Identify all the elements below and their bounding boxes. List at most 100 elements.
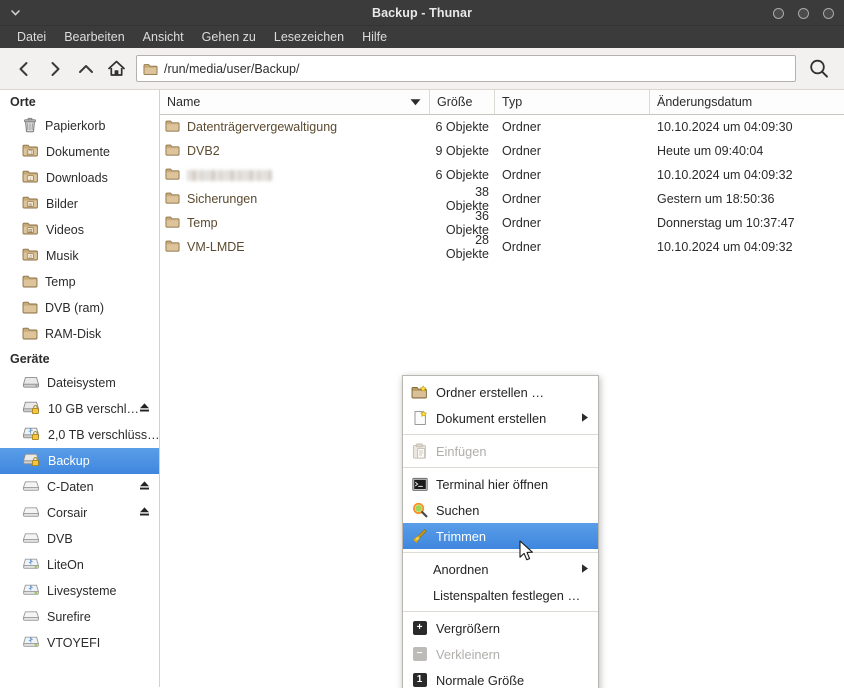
context-menu-item-terminal-hier-öffnen[interactable]: Terminal hier öffnen (403, 471, 598, 497)
file-modified-cell: 10.10.2024 um 04:09:32 (657, 168, 793, 182)
sidebar-item-c-daten[interactable]: C-Daten (0, 474, 159, 500)
context-menu-separator (403, 611, 598, 612)
menu-datei[interactable]: Datei (8, 28, 55, 46)
context-menu-item-suchen[interactable]: Suchen (403, 497, 598, 523)
sidebar-item-2-0-tb-verschl-ss[interactable]: 2,0 TB verschlüss… (0, 422, 159, 448)
menu-bearbeiten[interactable]: Bearbeiten (55, 28, 133, 46)
sidebar-item-liteon[interactable]: LiteOn (0, 552, 159, 578)
drive-icon (22, 531, 40, 547)
sidebar-item-dateisystem[interactable]: Dateisystem (0, 370, 159, 396)
home-button[interactable] (101, 53, 132, 85)
sort-descending-icon (410, 95, 421, 109)
sidebar-item-ram-disk[interactable]: RAM-Disk (0, 321, 159, 347)
chevron-down-icon (10, 10, 20, 16)
menu-lesezeichen[interactable]: Lesezeichen (265, 28, 353, 46)
context-menu-separator (403, 552, 598, 553)
column-header-type[interactable]: Typ (495, 90, 650, 114)
context-menu-item-dokument-erstellen[interactable]: Dokument erstellen (403, 405, 598, 431)
sidebar: Orte Papierkorb ❐ Dokumente ↓ Downloads ◎ Bild… (0, 90, 160, 687)
zoom-out-icon: − (411, 646, 428, 663)
file-modified-cell: Heute um 09:40:04 (657, 144, 764, 158)
sidebar-item-bilder[interactable]: ◎ Bilder (0, 191, 159, 217)
context-menu: Ordner erstellen … Dokument erstellen Einf… (402, 375, 599, 688)
sidebar-item-videos[interactable]: ▤ Videos (0, 217, 159, 243)
new-document-icon (411, 410, 428, 427)
table-row[interactable]: DVB2 9 Objekte Ordner Heute um 09:40:04 (160, 139, 844, 163)
eject-icon[interactable] (138, 505, 151, 521)
sidebar-item-papierkorb[interactable]: Papierkorb (0, 113, 159, 139)
context-menu-item-trimmen[interactable]: Trimmen (403, 523, 598, 549)
file-name-label: Sicherungen (187, 192, 258, 206)
menu-bar: Datei Bearbeiten Ansicht Gehen zu Leseze… (0, 26, 844, 48)
context-menu-item-vergrößern[interactable]: + Vergrößern (403, 615, 598, 641)
folder-icon (165, 215, 180, 231)
context-menu-separator (403, 467, 598, 468)
minimize-button[interactable] (773, 7, 784, 19)
menu-ansicht[interactable]: Ansicht (134, 28, 193, 46)
menu-hilfe[interactable]: Hilfe (353, 28, 396, 46)
sidebar-item-label: Surefire (47, 610, 91, 624)
sidebar-item-vtoyefi[interactable]: VTOYEFI (0, 630, 159, 656)
table-row[interactable]: 6 Objekte Ordner 10.10.2024 um 04:09:32 (160, 163, 844, 187)
table-row[interactable]: VM-LMDE 28 Objekte Ordner 10.10.2024 um 04:… (160, 233, 844, 261)
sidebar-item-label: C-Daten (47, 480, 94, 494)
context-menu-item-anordnen[interactable]: Anordnen (403, 556, 598, 582)
paste-icon (411, 443, 428, 460)
context-menu-item-label: Listenspalten festlegen … (433, 587, 581, 603)
table-row[interactable]: Sicherungen 38 Objekte Ordner Gestern um 18… (160, 185, 844, 213)
folder-icon (22, 274, 38, 291)
parent-folder-button[interactable] (70, 53, 101, 85)
file-size-cell: 6 Objekte (435, 168, 489, 182)
close-button[interactable] (823, 7, 834, 19)
back-button[interactable] (8, 53, 39, 85)
column-header-modified[interactable]: Änderungsdatum (650, 90, 844, 114)
menu-gehen-zu[interactable]: Gehen zu (193, 28, 265, 46)
magnifier-icon (411, 502, 428, 519)
sidebar-item-label: LiteOn (47, 558, 84, 572)
sidebar-item-label: 10 GB verschl… (48, 402, 140, 416)
sidebar-item-downloads[interactable]: ↓ Downloads (0, 165, 159, 191)
home-icon (108, 60, 125, 76)
usb-icon (22, 635, 40, 652)
forward-arrow-icon (51, 61, 59, 76)
context-menu-item-ordner-erstellen[interactable]: Ordner erstellen … (403, 379, 598, 405)
context-menu-item-normale-größe[interactable]: 1 Normale Größe (403, 667, 598, 688)
path-entry[interactable]: /run/media/user/Backup/ (136, 55, 796, 82)
harddisk-locked-icon (22, 400, 41, 418)
column-header-modified-label: Änderungsdatum (657, 95, 753, 109)
sidebar-item-backup[interactable]: Backup (0, 448, 159, 474)
sidebar-item-10-gb-verschl[interactable]: 10 GB verschl… (0, 396, 159, 422)
context-menu-items: Ordner erstellen … Dokument erstellen Einf… (403, 379, 598, 688)
usb-icon (22, 557, 40, 574)
drive-icon (22, 479, 40, 495)
sidebar-item-corsair[interactable]: Corsair (0, 500, 159, 526)
sidebar-item-temp[interactable]: Temp (0, 269, 159, 295)
folder-icon (165, 239, 180, 255)
file-modified-cell: Gestern um 18:50:36 (657, 192, 775, 206)
sidebar-item-dokumente[interactable]: ❐ Dokumente (0, 139, 159, 165)
maximize-button[interactable] (798, 7, 809, 19)
sidebar-item-musik[interactable]: ♫ Musik (0, 243, 159, 269)
sidebar-item-label: Videos (46, 223, 84, 237)
table-row[interactable]: Temp 36 Objekte Ordner Donnerstag um 10:37:… (160, 209, 844, 237)
eject-icon[interactable] (138, 401, 151, 417)
title-bar: Backup - Thunar (0, 0, 844, 26)
search-button[interactable] (802, 53, 836, 85)
column-header-size[interactable]: Größe (430, 90, 495, 114)
window-menu-button[interactable] (0, 0, 30, 26)
eject-icon[interactable] (138, 479, 151, 495)
sidebar-item-livesysteme[interactable]: Livesysteme (0, 578, 159, 604)
column-header-type-label: Typ (502, 95, 523, 109)
file-name-label: DVB2 (187, 144, 220, 158)
sidebar-item-dvb[interactable]: DVB (0, 526, 159, 552)
context-menu-item-listenspalten-festlegen[interactable]: Listenspalten festlegen … (403, 582, 598, 608)
file-name-cell: Datenträgervergewaltigung (160, 119, 430, 135)
zoom-in-icon: + (411, 620, 428, 637)
sidebar-item-label: Dokumente (46, 145, 110, 159)
sidebar-item-surefire[interactable]: Surefire (0, 604, 159, 630)
column-header-name[interactable]: Name (160, 90, 430, 114)
file-type-cell: Ordner (502, 144, 541, 158)
table-row[interactable]: Datenträgervergewaltigung 6 Objekte Ordner… (160, 115, 844, 139)
sidebar-item-dvb-ram[interactable]: DVB (ram) (0, 295, 159, 321)
forward-button[interactable] (39, 53, 70, 85)
